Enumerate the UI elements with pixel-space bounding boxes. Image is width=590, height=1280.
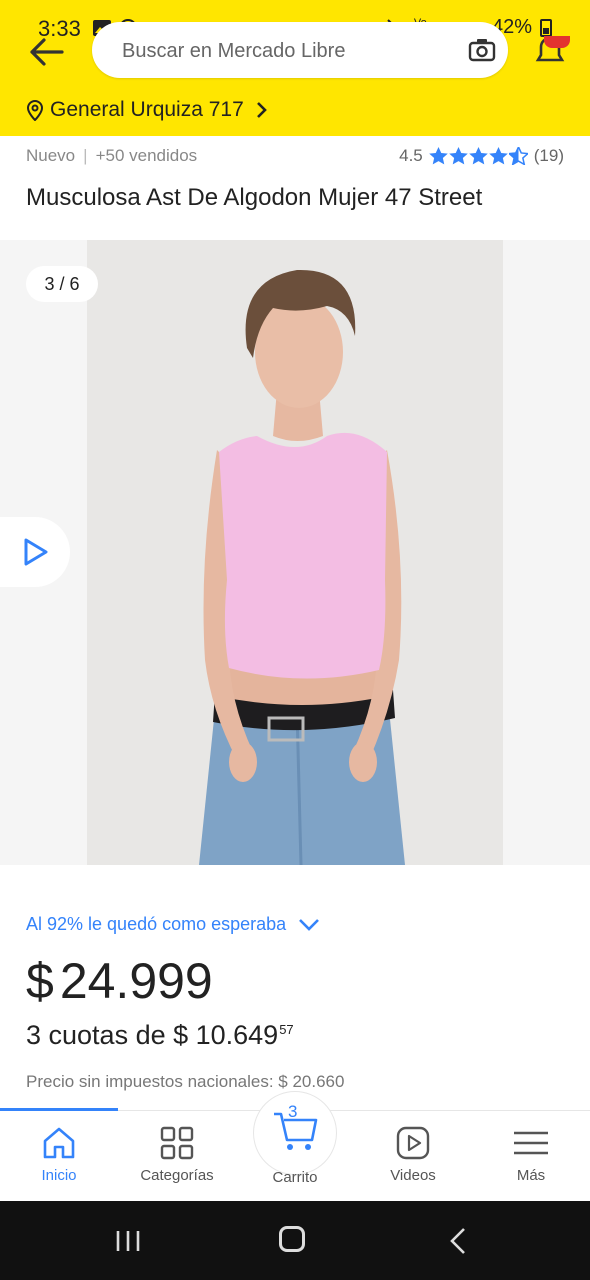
notification-badge	[544, 36, 570, 48]
product-meta: Nuevo | +50 vendidos 4.5 (19)	[26, 144, 564, 170]
nav-videos[interactable]: Videos	[354, 1111, 472, 1202]
sold-count: +50 vendidos	[95, 146, 198, 165]
nav-categories[interactable]: Categorías	[118, 1111, 236, 1202]
meta-divider: |	[83, 146, 88, 165]
price-without-taxes: Precio sin impuestos nacionales: $ 20.66…	[26, 1072, 345, 1091]
model-illustration	[87, 240, 503, 865]
price-amount: 24.999	[59, 953, 213, 1009]
home-button-icon[interactable]	[279, 1226, 305, 1252]
system-navigation-bar	[0, 1201, 590, 1280]
product-title: Musculosa Ast De Algodon Mujer 47 Street	[26, 184, 483, 211]
rating-stars	[428, 147, 528, 165]
notifications-button[interactable]	[530, 30, 570, 70]
nav-cart[interactable]: 3	[253, 1091, 337, 1175]
chevron-right-icon	[256, 102, 267, 118]
product-gallery[interactable]: 3 / 6	[0, 240, 590, 865]
satisfaction-summary[interactable]: Al 92% le quedó como esperaba	[26, 914, 320, 935]
nav-home-label: Inicio	[41, 1167, 77, 1184]
nav-categories-label: Categorías	[140, 1167, 214, 1184]
back-arrow-icon[interactable]	[26, 34, 66, 70]
chevron-down-icon	[299, 918, 320, 931]
rating-value: 4.5	[399, 146, 423, 165]
installments-cents: 57	[279, 1022, 294, 1037]
nav-more[interactable]: Más	[472, 1111, 590, 1202]
menu-icon	[514, 1131, 548, 1155]
satisfaction-text: Al 92% le quedó como esperaba	[26, 914, 287, 934]
back-icon[interactable]	[448, 1227, 468, 1255]
location-address: General Urquiza 717	[50, 98, 244, 121]
location-pin-icon	[26, 100, 44, 121]
play-icon	[24, 538, 48, 566]
star-icon	[488, 147, 508, 165]
camera-icon[interactable]	[468, 38, 496, 62]
bottom-nav: Inicio Categorías 3 Carrito Videos Más	[0, 1091, 590, 1202]
nav-more-label: Más	[516, 1167, 546, 1184]
recents-icon[interactable]	[115, 1229, 141, 1253]
search-input[interactable]: Buscar en Mercado Libre	[92, 22, 508, 78]
cart-count-badge: 3	[288, 1102, 298, 1121]
nav-cart-label: Carrito	[272, 1169, 318, 1186]
half-star-icon	[508, 147, 528, 165]
condition-label: Nuevo	[26, 146, 76, 165]
rating-summary[interactable]: 4.5 (19)	[399, 146, 564, 166]
grid-icon	[160, 1126, 194, 1160]
search-placeholder: Buscar en Mercado Libre	[122, 40, 346, 62]
star-icon	[468, 147, 488, 165]
video-icon	[396, 1126, 430, 1160]
image-counter: 3 / 6	[26, 266, 98, 302]
nav-videos-label: Videos	[390, 1167, 436, 1184]
home-icon	[43, 1127, 75, 1159]
app-header: 3:33 VoLTE 4G 42% Buscar en Mercado Libr…	[0, 0, 590, 136]
product-photo[interactable]	[87, 240, 503, 865]
installments-text: 3 cuotas de $ 10.649	[26, 1020, 279, 1050]
price-currency: $	[26, 953, 54, 1009]
product-price: $24.999	[26, 952, 213, 1010]
star-icon	[428, 147, 448, 165]
review-count: (19)	[533, 146, 564, 165]
nav-home[interactable]: Inicio	[0, 1111, 118, 1202]
location-selector[interactable]: General Urquiza 717	[26, 98, 268, 122]
play-video-button[interactable]	[0, 517, 70, 587]
installments: 3 cuotas de $ 10.64957	[26, 1020, 294, 1051]
star-icon	[448, 147, 468, 165]
